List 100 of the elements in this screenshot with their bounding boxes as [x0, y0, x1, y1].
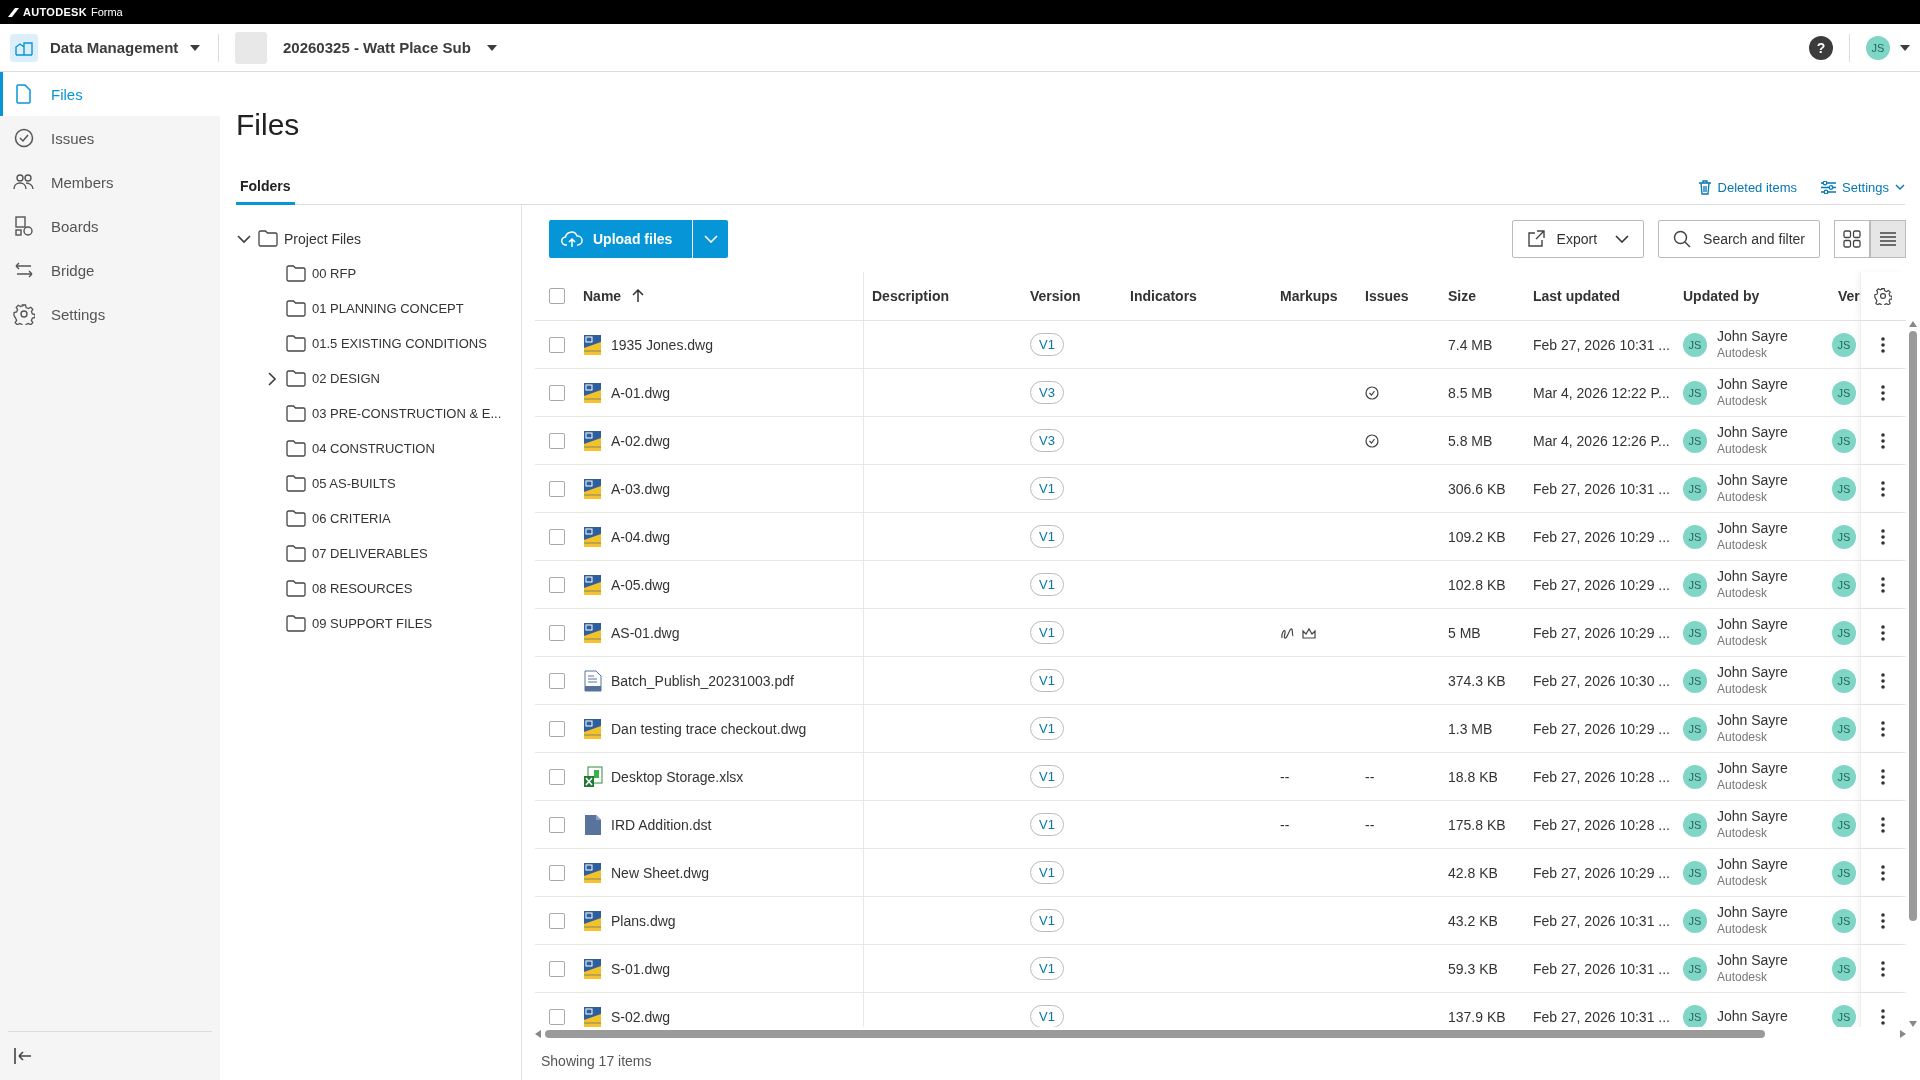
- row-checkbox[interactable]: [549, 912, 565, 929]
- more-options-icon[interactable]: [1881, 816, 1885, 833]
- column-settings-icon[interactable]: [1874, 287, 1892, 305]
- file-name[interactable]: New Sheet.dwg: [611, 864, 710, 881]
- dwg-file-icon: [583, 1005, 603, 1027]
- scroll-down-arrow-icon[interactable]: [1909, 1021, 1917, 1027]
- grid-view-button[interactable]: [1834, 220, 1870, 258]
- file-name[interactable]: S-01.dwg: [611, 960, 671, 977]
- sidebar-item[interactable]: Settings: [0, 292, 220, 336]
- folder-name[interactable]: 07 DELIVERABLES: [312, 546, 428, 561]
- scroll-up-arrow-icon[interactable]: [1909, 321, 1917, 327]
- scrollbar-thumb[interactable]: [545, 1030, 1765, 1038]
- row-checkbox[interactable]: [549, 432, 565, 449]
- sidebar-item[interactable]: Bridge: [0, 248, 220, 292]
- row-checkbox[interactable]: [549, 960, 565, 977]
- collapse-sidebar-icon[interactable]: [13, 1047, 33, 1065]
- row-checkbox[interactable]: [549, 384, 565, 401]
- folder-name[interactable]: 00 RFP: [312, 266, 357, 281]
- file-name[interactable]: Batch_Publish_20231003.pdf: [611, 672, 794, 689]
- sidebar-item[interactable]: Members: [0, 160, 220, 204]
- export-button[interactable]: Export: [1511, 220, 1645, 258]
- project-selector-button[interactable]: 20260325 - Watt Place Sub: [235, 31, 497, 64]
- folder-name[interactable]: 04 CONSTRUCTION: [312, 441, 435, 456]
- folder-name[interactable]: 01 PLANNING CONCEPT: [312, 301, 464, 316]
- row-checkbox[interactable]: [549, 816, 565, 833]
- file-name[interactable]: Plans.dwg: [611, 912, 676, 929]
- dwg-file-icon: [583, 717, 603, 740]
- more-options-icon[interactable]: [1881, 576, 1885, 593]
- user-menu-button[interactable]: JS: [1866, 35, 1910, 60]
- more-options-icon[interactable]: [1881, 1008, 1885, 1025]
- column-header[interactable]: Description: [872, 288, 949, 304]
- more-options-icon[interactable]: [1881, 480, 1885, 497]
- row-checkbox[interactable]: [549, 720, 565, 737]
- folder-name[interactable]: Project Files: [284, 230, 362, 247]
- row-checkbox[interactable]: [549, 1008, 565, 1025]
- folder-name[interactable]: 03 PRE-CONSTRUCTION & E...: [312, 406, 502, 421]
- help-button[interactable]: ?: [1809, 35, 1833, 60]
- settings-link[interactable]: Settings: [1842, 179, 1889, 195]
- file-name[interactable]: Dan testing trace checkout.dwg: [611, 720, 807, 737]
- folder-icon: [286, 265, 306, 282]
- upload-options-button[interactable]: [692, 220, 729, 258]
- file-name[interactable]: 1935 Jones.dwg: [611, 336, 713, 353]
- row-checkbox[interactable]: [549, 336, 565, 353]
- folder-name[interactable]: 09 SUPPORT FILES: [312, 616, 433, 631]
- list-view-button[interactable]: [1870, 220, 1906, 258]
- folder-icon: [286, 370, 306, 387]
- row-checkbox[interactable]: [549, 864, 565, 881]
- row-checkbox[interactable]: [549, 624, 565, 641]
- file-name[interactable]: A-04.dwg: [611, 528, 671, 545]
- file-name[interactable]: S-02.dwg: [611, 1008, 671, 1025]
- more-options-icon[interactable]: [1881, 672, 1885, 689]
- column-header[interactable]: Updated by: [1683, 288, 1760, 304]
- folder-name[interactable]: 08 RESOURCES: [312, 581, 413, 596]
- more-options-icon[interactable]: [1881, 912, 1885, 929]
- folder-name[interactable]: 02 DESIGN: [312, 371, 380, 386]
- column-header[interactable]: Size: [1448, 288, 1476, 304]
- row-checkbox[interactable]: [549, 768, 565, 785]
- tab[interactable]: Folders: [236, 170, 295, 205]
- file-name[interactable]: Desktop Storage.xlsx: [611, 768, 744, 785]
- column-header[interactable]: Last updated: [1533, 288, 1621, 304]
- file-name[interactable]: A-05.dwg: [611, 576, 671, 593]
- row-checkbox[interactable]: [549, 528, 565, 545]
- deleted-items-link[interactable]: Deleted items: [1717, 179, 1797, 195]
- more-options-icon[interactable]: [1881, 864, 1885, 881]
- more-options-icon[interactable]: [1881, 960, 1885, 977]
- more-options-icon[interactable]: [1881, 384, 1885, 401]
- row-checkbox[interactable]: [549, 576, 565, 593]
- column-header[interactable]: Markups: [1280, 288, 1338, 304]
- scroll-right-arrow-icon[interactable]: [1900, 1030, 1906, 1038]
- row-checkbox[interactable]: [549, 672, 565, 689]
- column-header[interactable]: Name: [583, 288, 622, 304]
- folder-name[interactable]: 01.5 EXISTING CONDITIONS: [312, 336, 487, 351]
- scroll-left-arrow-icon[interactable]: [535, 1030, 541, 1038]
- file-name[interactable]: A-02.dwg: [611, 432, 671, 449]
- file-name[interactable]: A-01.dwg: [611, 384, 671, 401]
- more-options-icon[interactable]: [1881, 432, 1885, 449]
- file-name[interactable]: A-03.dwg: [611, 480, 671, 497]
- scrollbar-thumb[interactable]: [1909, 331, 1917, 921]
- select-all-checkbox[interactable]: [549, 288, 565, 304]
- list-view-icon: [1879, 231, 1897, 247]
- sort-up-icon[interactable]: [631, 289, 646, 303]
- sidebar-item[interactable]: Boards: [0, 204, 220, 248]
- more-options-icon[interactable]: [1881, 528, 1885, 545]
- app-switcher-button[interactable]: Data Management: [10, 23, 210, 72]
- more-options-icon[interactable]: [1881, 624, 1885, 641]
- file-name[interactable]: AS-01.dwg: [611, 624, 680, 641]
- column-header[interactable]: Issues: [1365, 288, 1409, 304]
- row-checkbox[interactable]: [549, 480, 565, 497]
- search-and-filter-button[interactable]: Search and filter: [1658, 220, 1820, 258]
- sidebar-item[interactable]: Issues: [0, 116, 220, 160]
- column-header[interactable]: Version: [1030, 288, 1081, 304]
- more-options-icon[interactable]: [1881, 720, 1885, 737]
- folder-name[interactable]: 05 AS-BUILTS: [312, 476, 396, 491]
- more-options-icon[interactable]: [1881, 336, 1885, 353]
- folder-name[interactable]: 06 CRITERIA: [312, 511, 391, 526]
- column-header[interactable]: Indicators: [1130, 288, 1197, 304]
- file-name[interactable]: IRD Addition.dst: [611, 816, 712, 833]
- more-options-icon[interactable]: [1881, 768, 1885, 785]
- table-cell: 42.8 KB: [1448, 864, 1498, 881]
- column-header[interactable]: Ver: [1838, 288, 1860, 304]
